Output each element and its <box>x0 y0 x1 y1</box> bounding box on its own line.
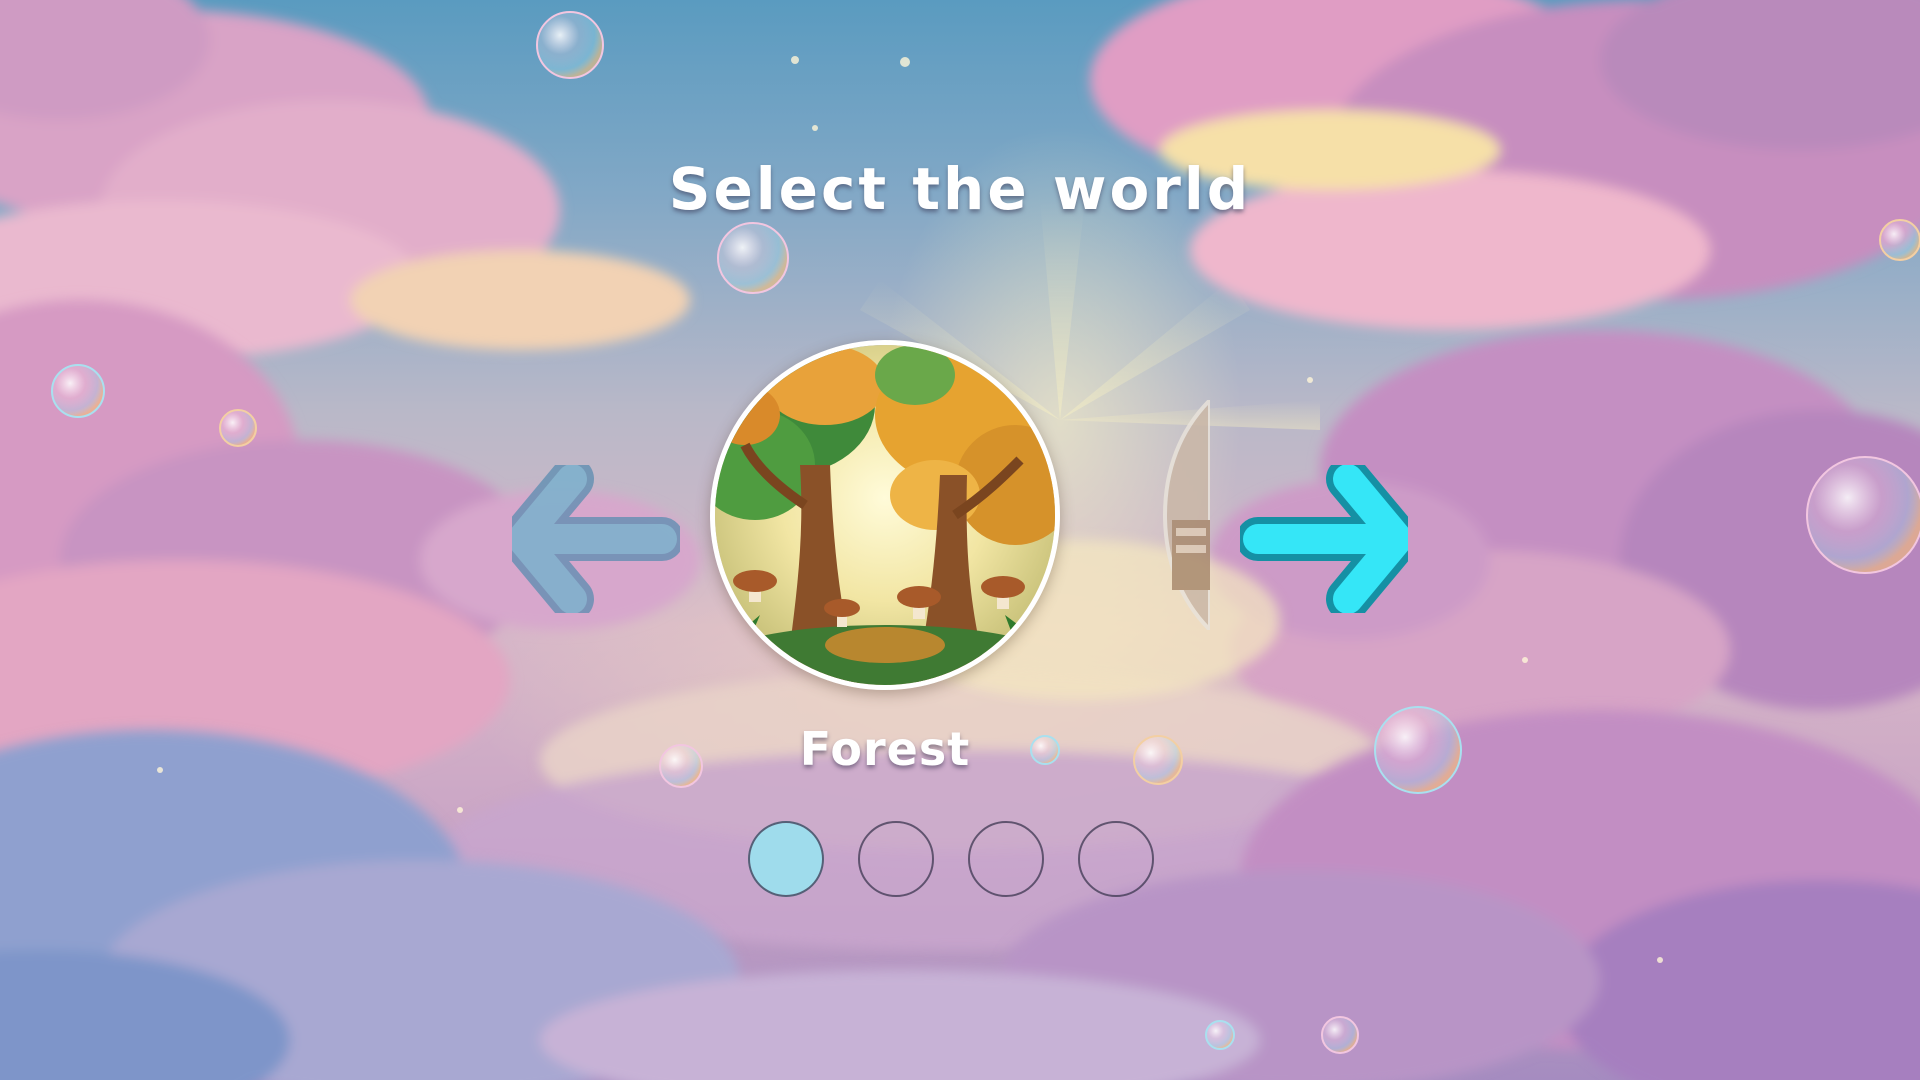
next-world-button[interactable] <box>1236 457 1420 621</box>
world-pager <box>748 821 1168 901</box>
world-select-screen: Select the world Forest <box>0 0 1920 1080</box>
screen-title-text: Select the world <box>668 155 1252 223</box>
forest-illustration <box>715 345 1055 685</box>
pager-dot-3[interactable] <box>968 821 1044 897</box>
arrow-left-icon <box>500 457 684 621</box>
next-world-preview-image <box>1162 400 1210 630</box>
pager-dot-1[interactable] <box>748 821 824 897</box>
pager-dot-4[interactable] <box>1078 821 1154 897</box>
world-name-label: Forest <box>799 722 971 776</box>
pager-dot-2[interactable] <box>858 821 934 897</box>
world-card-forest[interactable] <box>710 340 1060 690</box>
screen-title: Select the world <box>0 155 1920 223</box>
arrow-right-icon <box>1236 457 1420 621</box>
previous-world-button[interactable] <box>500 457 684 621</box>
next-world-preview <box>1160 400 1210 630</box>
